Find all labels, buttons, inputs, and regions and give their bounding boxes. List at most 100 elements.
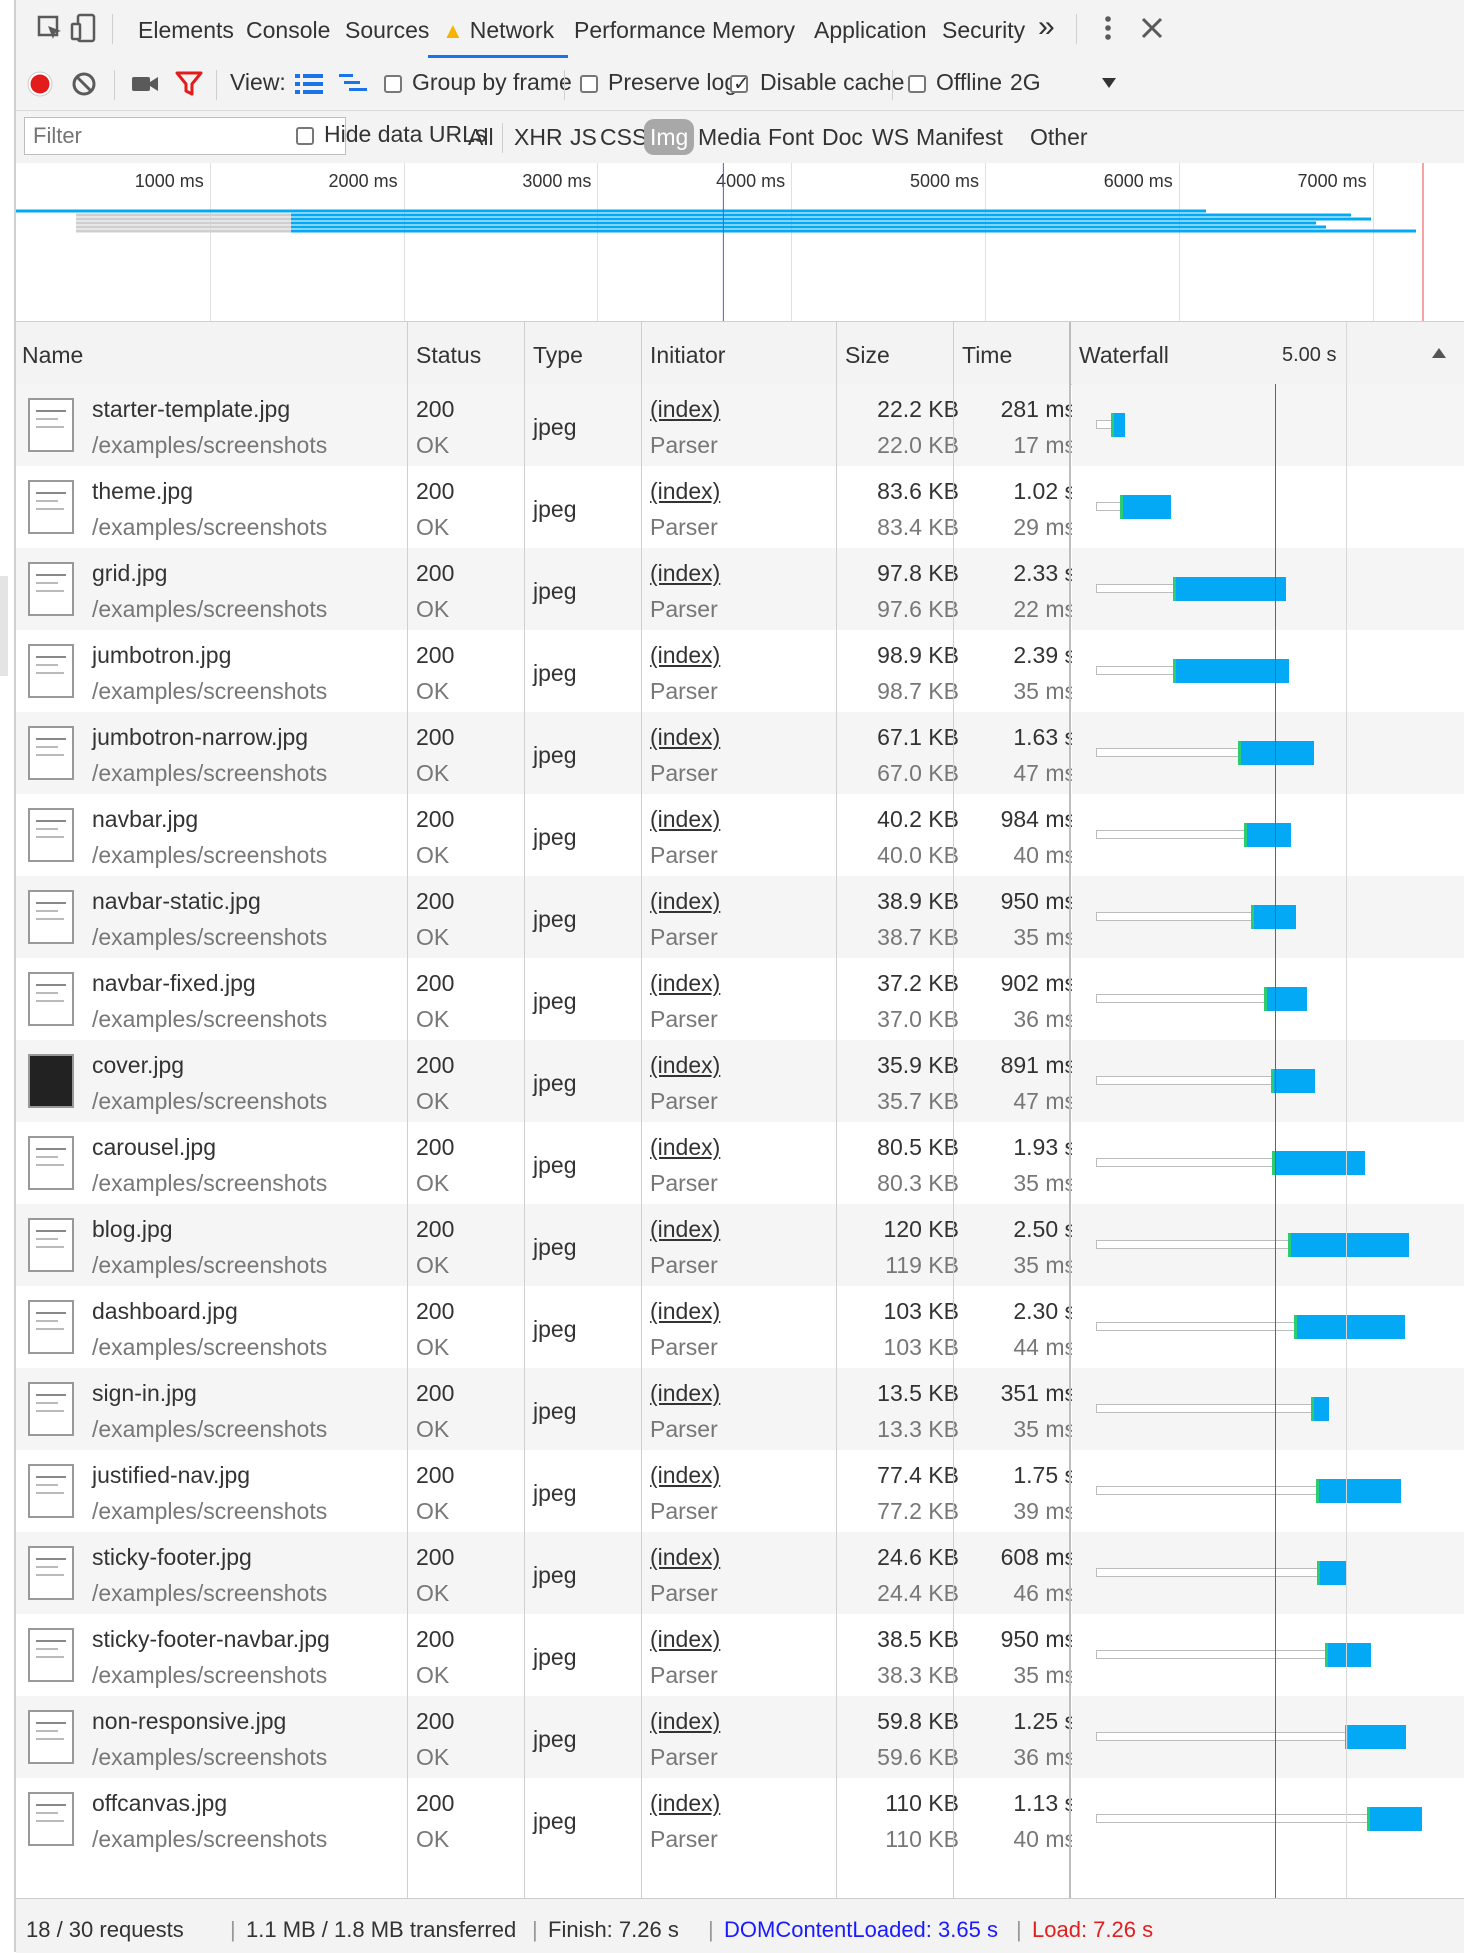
initiator-link[interactable]: (index) bbox=[650, 1790, 720, 1817]
column-separator[interactable] bbox=[641, 322, 642, 1898]
header-initiator[interactable]: Initiator bbox=[650, 322, 725, 384]
tab-console[interactable]: Console bbox=[246, 0, 330, 58]
filter-type-other[interactable]: Other bbox=[1026, 119, 1092, 155]
table-row[interactable]: sticky-footer.jpg/examples/screenshots 20… bbox=[16, 1532, 1076, 1614]
filter-type-doc[interactable]: Doc bbox=[818, 119, 867, 155]
table-row[interactable]: navbar.jpg/examples/screenshots 200 OK jpeg… bbox=[16, 794, 1076, 876]
initiator-link[interactable]: (index) bbox=[650, 888, 720, 915]
table-row[interactable]: grid.jpg/examples/screenshots 200 OK jpeg (i… bbox=[16, 548, 1076, 630]
initiator-link[interactable]: (index) bbox=[650, 1626, 720, 1653]
device-toolbar-icon[interactable] bbox=[68, 12, 100, 44]
initiator-link[interactable]: (index) bbox=[650, 1298, 720, 1325]
initiator-link[interactable]: (index) bbox=[650, 1134, 720, 1161]
table-row[interactable]: starter-template.jpg/examples/screenshot… bbox=[16, 384, 1076, 466]
initiator-link[interactable]: (index) bbox=[650, 1544, 720, 1571]
tab-network[interactable]: ▲ Network bbox=[428, 0, 569, 58]
kebab-menu-icon[interactable] bbox=[1092, 12, 1124, 44]
table-row[interactable]: dashboard.jpg/examples/screenshots 200 OK j… bbox=[16, 1286, 1076, 1368]
initiator-link[interactable]: (index) bbox=[650, 1462, 720, 1489]
resource-size: 38.7 KB bbox=[877, 924, 959, 950]
tab-application[interactable]: Application bbox=[814, 0, 927, 58]
record-icon[interactable] bbox=[26, 70, 54, 98]
network-overview[interactable]: 1000 ms 2000 ms 3000 ms 4000 ms 5000 ms 6000 … bbox=[16, 163, 1464, 322]
table-row[interactable]: blog.jpg/examples/screenshots 200 OK jpeg (i… bbox=[16, 1204, 1076, 1286]
overview-toggle-icon[interactable] bbox=[338, 72, 368, 96]
request-path: /examples/screenshots bbox=[92, 1006, 328, 1032]
header-size[interactable]: Size bbox=[845, 322, 890, 384]
initiator-link[interactable]: (index) bbox=[650, 560, 720, 587]
column-separator[interactable] bbox=[1069, 322, 1071, 1898]
table-row[interactable]: sign-in.jpg/examples/screenshots 200 OK jpe… bbox=[16, 1368, 1076, 1450]
filter-type-xhr[interactable]: XHR bbox=[510, 119, 567, 155]
table-row[interactable]: jumbotron.jpg/examples/screenshots 200 OK j… bbox=[16, 630, 1076, 712]
filter-type-font[interactable]: Font bbox=[764, 119, 818, 155]
tab-sources[interactable]: Sources bbox=[345, 0, 429, 58]
image-thumbnail bbox=[28, 1300, 74, 1354]
capture-screenshots-icon[interactable] bbox=[130, 72, 160, 96]
preserve-log-checkbox[interactable] bbox=[580, 75, 598, 93]
table-row[interactable]: theme.jpg/examples/screenshots 200 OK jpeg (… bbox=[16, 466, 1076, 548]
table-row[interactable]: jumbotron-narrow.jpg/examples/screenshot… bbox=[16, 712, 1076, 794]
filter-type-all[interactable]: All bbox=[464, 119, 498, 155]
header-time[interactable]: Time bbox=[962, 322, 1012, 384]
left-panel-edge[interactable] bbox=[0, 0, 16, 1952]
table-row[interactable]: non-responsive.jpg/examples/screenshots 2… bbox=[16, 1696, 1076, 1778]
initiator-link[interactable]: (index) bbox=[650, 1708, 720, 1735]
status-text: OK bbox=[416, 1498, 450, 1524]
table-row[interactable]: navbar-fixed.jpg/examples/screenshots 200… bbox=[16, 958, 1076, 1040]
column-separator[interactable] bbox=[524, 322, 525, 1898]
initiator-link[interactable]: (index) bbox=[650, 1216, 720, 1243]
column-separator[interactable] bbox=[953, 322, 954, 1898]
table-row[interactable]: sticky-footer-navbar.jpg/examples/screen… bbox=[16, 1614, 1076, 1696]
initiator-link[interactable]: (index) bbox=[650, 478, 720, 505]
initiator-link[interactable]: (index) bbox=[650, 396, 720, 423]
table-row[interactable]: navbar-static.jpg/examples/screenshots 20… bbox=[16, 876, 1076, 958]
tab-performance[interactable]: Performance bbox=[574, 0, 706, 58]
close-icon[interactable] bbox=[1136, 12, 1168, 44]
initiator-link[interactable]: (index) bbox=[650, 1380, 720, 1407]
sort-ascending-icon[interactable] bbox=[1430, 346, 1448, 360]
filter-type-media[interactable]: Media bbox=[694, 119, 765, 155]
table-row[interactable]: offcanvas.jpg/examples/screenshots 200 OK j… bbox=[16, 1778, 1076, 1860]
total-time: 1.02 s bbox=[1013, 478, 1076, 504]
tab-security[interactable]: Security bbox=[942, 0, 1025, 58]
left-scroll-thumb[interactable] bbox=[0, 576, 8, 676]
filter-icon[interactable] bbox=[174, 70, 204, 98]
throttling-select[interactable]: 2G bbox=[1010, 69, 1041, 96]
initiator-link[interactable]: (index) bbox=[650, 1052, 720, 1079]
initiator-link[interactable]: (index) bbox=[650, 642, 720, 669]
tab-elements[interactable]: Elements bbox=[138, 0, 234, 58]
header-status[interactable]: Status bbox=[416, 322, 481, 384]
filter-type-img[interactable]: Img bbox=[644, 119, 695, 155]
filter-type-ws[interactable]: WS bbox=[868, 119, 913, 155]
waterfall-row[interactable] bbox=[1072, 384, 1464, 466]
table-row[interactable]: cover.jpg/examples/screenshots 200 OK jpeg (… bbox=[16, 1040, 1076, 1122]
more-tabs-icon[interactable]: » bbox=[1038, 0, 1055, 58]
header-type[interactable]: Type bbox=[533, 322, 583, 384]
large-rows-icon[interactable] bbox=[294, 72, 324, 96]
header-waterfall[interactable]: Waterfall bbox=[1079, 322, 1169, 384]
offline-checkbox[interactable] bbox=[908, 75, 926, 93]
header-name[interactable]: Name bbox=[22, 322, 83, 384]
initiator-link[interactable]: (index) bbox=[650, 724, 720, 751]
chevron-down-icon[interactable] bbox=[1100, 76, 1118, 90]
table-row[interactable]: justified-nav.jpg/examples/screenshots 20… bbox=[16, 1450, 1076, 1532]
initiator-link[interactable]: (index) bbox=[650, 970, 720, 997]
waterfall-ttfb-bar bbox=[1120, 495, 1124, 519]
initiator-link[interactable]: (index) bbox=[650, 806, 720, 833]
column-separator[interactable] bbox=[836, 322, 837, 1898]
filter-type-manifest[interactable]: Manifest bbox=[912, 119, 1007, 155]
filter-type-css[interactable]: CSS bbox=[596, 119, 651, 155]
inspect-element-icon[interactable] bbox=[34, 12, 66, 44]
column-separator[interactable] bbox=[407, 322, 408, 1898]
hide-data-urls-checkbox[interactable] bbox=[296, 127, 314, 145]
initiator-type: Parser bbox=[650, 596, 718, 622]
tab-memory[interactable]: Memory bbox=[712, 0, 795, 58]
tab-network-label: Network bbox=[469, 17, 555, 43]
hide-data-urls-label: Hide data URLs bbox=[324, 121, 487, 147]
group-by-frame-checkbox[interactable] bbox=[384, 75, 402, 93]
table-row[interactable]: carousel.jpg/examples/screenshots 200 OK jp… bbox=[16, 1122, 1076, 1204]
initiator-type: Parser bbox=[650, 1006, 718, 1032]
disable-cache-checkbox[interactable] bbox=[730, 71, 750, 95]
clear-icon[interactable] bbox=[70, 70, 98, 98]
